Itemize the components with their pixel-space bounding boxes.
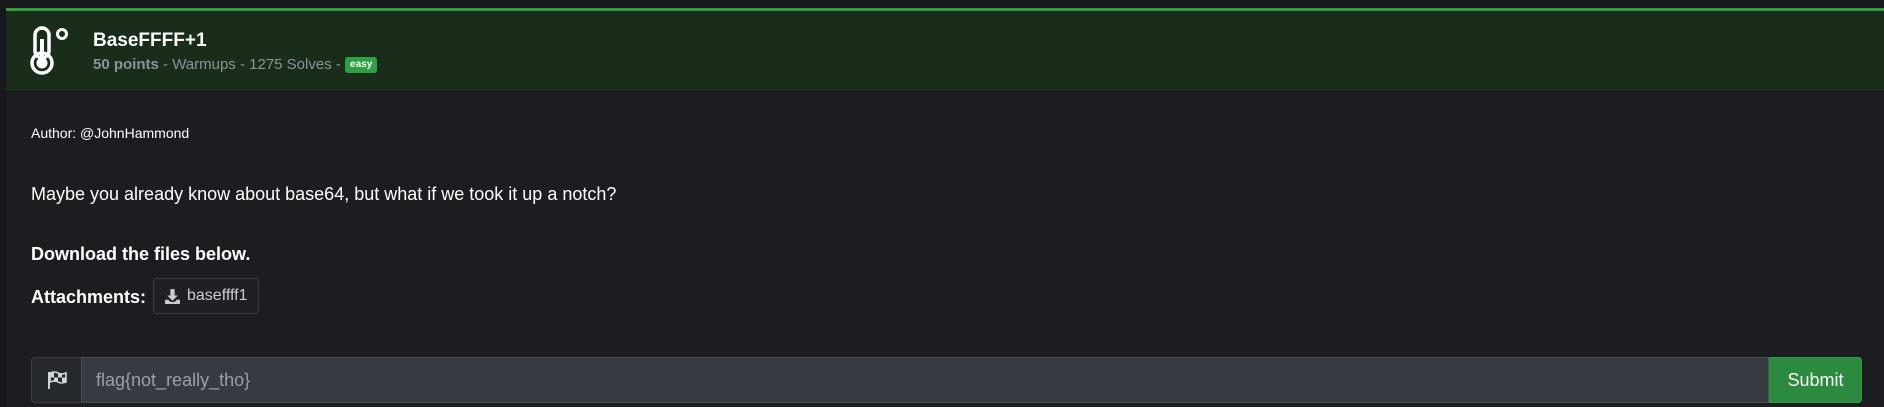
- challenge-meta: 50 points - Warmups - 1275 Solves - easy: [93, 56, 378, 73]
- download-icon: [165, 288, 180, 304]
- challenge-meta-rest: - Warmups - 1275 Solves -: [158, 56, 346, 73]
- challenge-title: BaseFFFF+1: [93, 30, 207, 51]
- challenge-description: Maybe you already know about base64, but…: [31, 184, 617, 204]
- attachment-name: baseffff1: [187, 287, 248, 304]
- attachment-download-button[interactable]: baseffff1: [153, 278, 259, 314]
- author-text: Author: @JohnHammond: [31, 125, 190, 141]
- submit-button[interactable]: Submit: [1769, 357, 1862, 403]
- difficulty-badge: easy: [345, 57, 378, 73]
- attachments-label: Attachments:: [31, 287, 147, 307]
- download-instruction: Download the files below.: [31, 244, 251, 264]
- thermometer-icon: [30, 26, 68, 75]
- flag-submit-form: Submit: [31, 357, 1862, 403]
- flag-icon: [47, 371, 67, 389]
- flag-input[interactable]: [81, 357, 1769, 403]
- flag-addon: [31, 357, 81, 403]
- challenge-header: BaseFFFF+1 50 points - Warmups - 1275 So…: [6, 11, 1884, 90]
- challenge-points: 50 points: [93, 56, 159, 73]
- challenge-card: BaseFFFF+1 50 points - Warmups - 1275 So…: [6, 8, 1884, 407]
